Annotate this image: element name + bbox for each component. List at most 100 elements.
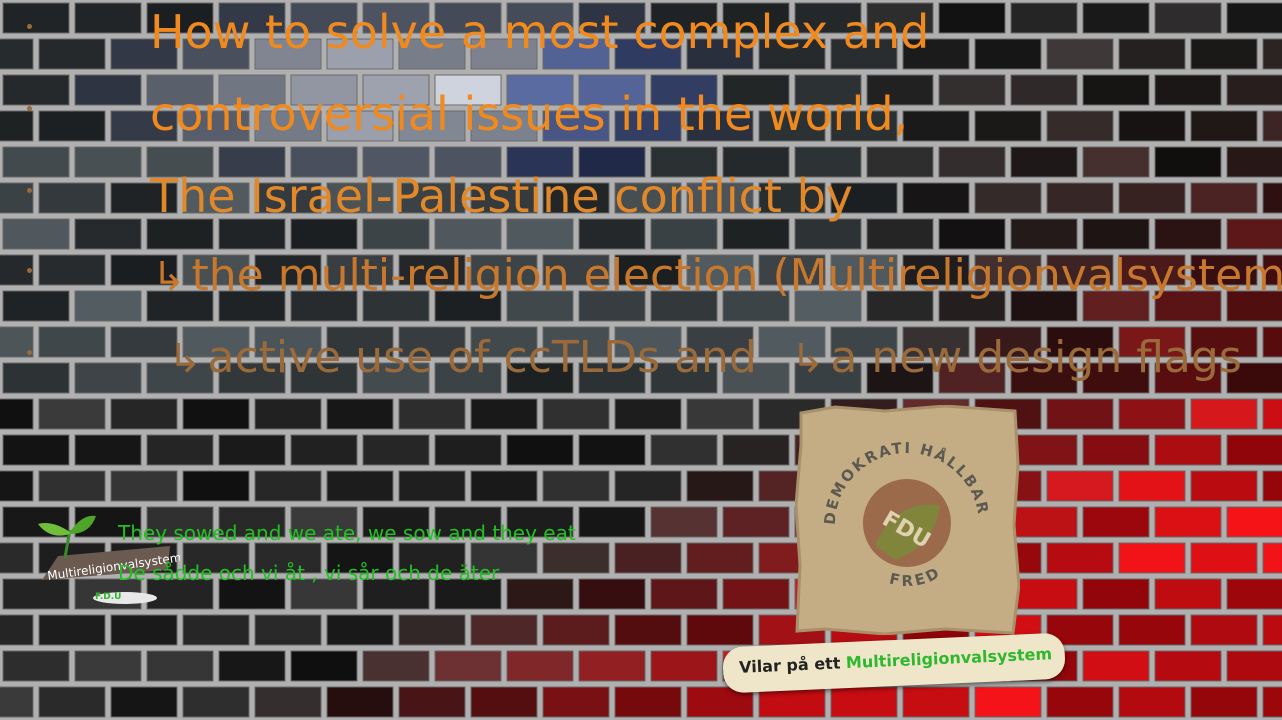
brick: [722, 506, 790, 538]
brick: [110, 470, 178, 502]
brick: [0, 614, 34, 646]
brick: [0, 470, 34, 502]
brick: [1190, 542, 1258, 574]
brick: [1154, 434, 1222, 466]
brick: [542, 686, 610, 718]
brick: [1082, 506, 1150, 538]
brick: [1154, 578, 1222, 610]
brick: [1118, 470, 1186, 502]
brick: [1082, 578, 1150, 610]
brick: [722, 434, 790, 466]
brick: [362, 650, 430, 682]
brick: [506, 578, 574, 610]
brick: [1190, 398, 1258, 430]
brick: [38, 614, 106, 646]
line-5-text-2: a new design flags: [830, 332, 1242, 383]
brick: [830, 686, 898, 718]
brick: [686, 398, 754, 430]
bullet-dot: [27, 268, 32, 273]
brick: [1226, 578, 1282, 610]
banner: Vilar på ett Multireligionvalsystem: [722, 632, 1066, 694]
brick: [182, 614, 250, 646]
brick: [650, 650, 718, 682]
return-arrow-icon: ↳: [168, 336, 202, 382]
brick: [614, 398, 682, 430]
brick: [1082, 434, 1150, 466]
brick: [362, 434, 430, 466]
brick: [578, 578, 646, 610]
brick: [506, 650, 574, 682]
brick: [0, 542, 34, 574]
brick: [110, 398, 178, 430]
brick: [1046, 542, 1114, 574]
logo-sub: F.D.U: [95, 592, 121, 602]
brick: [1118, 686, 1186, 718]
brick: [506, 434, 574, 466]
bullet-dot: [27, 188, 32, 193]
brick: [1262, 470, 1282, 502]
line-4-text: the multi-religion election (Multireligi…: [191, 250, 1282, 301]
brick: [650, 506, 718, 538]
line-5: ↳ active use of ccTLDs and ↳ a new design …: [168, 328, 1242, 389]
brick: [326, 470, 394, 502]
brick: [1154, 650, 1222, 682]
slide-title-block: How to solve a most complex and controve…: [0, 0, 1282, 400]
line-3-text: The Israel-Palestine conflict by: [150, 169, 854, 223]
line-5-text: active use of ccTLDs and: [207, 332, 757, 383]
brick: [470, 686, 538, 718]
brick: [1226, 506, 1282, 538]
brick: [146, 650, 214, 682]
brick: [326, 398, 394, 430]
leaf-right-icon: [70, 515, 96, 534]
brick: [38, 398, 106, 430]
brick: [1010, 434, 1078, 466]
bullet-line-5: ↳ active use of ccTLDs and ↳ a new design …: [0, 328, 1282, 388]
brick: [1190, 470, 1258, 502]
brick: [398, 398, 466, 430]
leaf-left-icon: [38, 523, 70, 536]
brick: [398, 614, 466, 646]
fdu-seal-icon: DEMOKRATI HÅLLBAR UTVECKLING FRED FDU: [795, 405, 1020, 635]
brick: [1262, 542, 1282, 574]
brick: [74, 650, 142, 682]
brick: [0, 686, 34, 718]
brick: [434, 650, 502, 682]
brick: [578, 434, 646, 466]
brick: [974, 686, 1042, 718]
brick: [2, 650, 70, 682]
bullet-dot: [27, 24, 32, 29]
brick: [542, 542, 610, 574]
brick: [290, 650, 358, 682]
brick: [1118, 614, 1186, 646]
brick: [902, 686, 970, 718]
brick: [1226, 650, 1282, 682]
brick: [1118, 398, 1186, 430]
bullet-line-3: The Israel-Palestine conflict by: [0, 166, 1282, 226]
brick: [1190, 686, 1258, 718]
brick: [1226, 434, 1282, 466]
brick: [722, 578, 790, 610]
brick: [74, 434, 142, 466]
bullet-dot: [27, 350, 32, 355]
brick: [470, 614, 538, 646]
brick: [254, 614, 322, 646]
return-arrow-icon: ↳: [790, 336, 825, 382]
brick: [1082, 650, 1150, 682]
brick: [650, 434, 718, 466]
brick: [470, 398, 538, 430]
brick: [1046, 470, 1114, 502]
brick: [1046, 398, 1114, 430]
brick: [686, 470, 754, 502]
brick: [542, 470, 610, 502]
brick: [326, 686, 394, 718]
brick: [254, 470, 322, 502]
motto-swedish: De sådde och vi åt , vi sår och de äter: [118, 561, 500, 585]
brick: [254, 398, 322, 430]
brick: [578, 506, 646, 538]
brick: [0, 398, 34, 430]
bullet-line-4: ↳ the multi-religion election (Multirelig…: [0, 246, 1282, 306]
brick: [110, 686, 178, 718]
brick: [254, 686, 322, 718]
line-4: ↳ the multi-religion election (Multirelig…: [152, 246, 1282, 307]
brick: [614, 614, 682, 646]
